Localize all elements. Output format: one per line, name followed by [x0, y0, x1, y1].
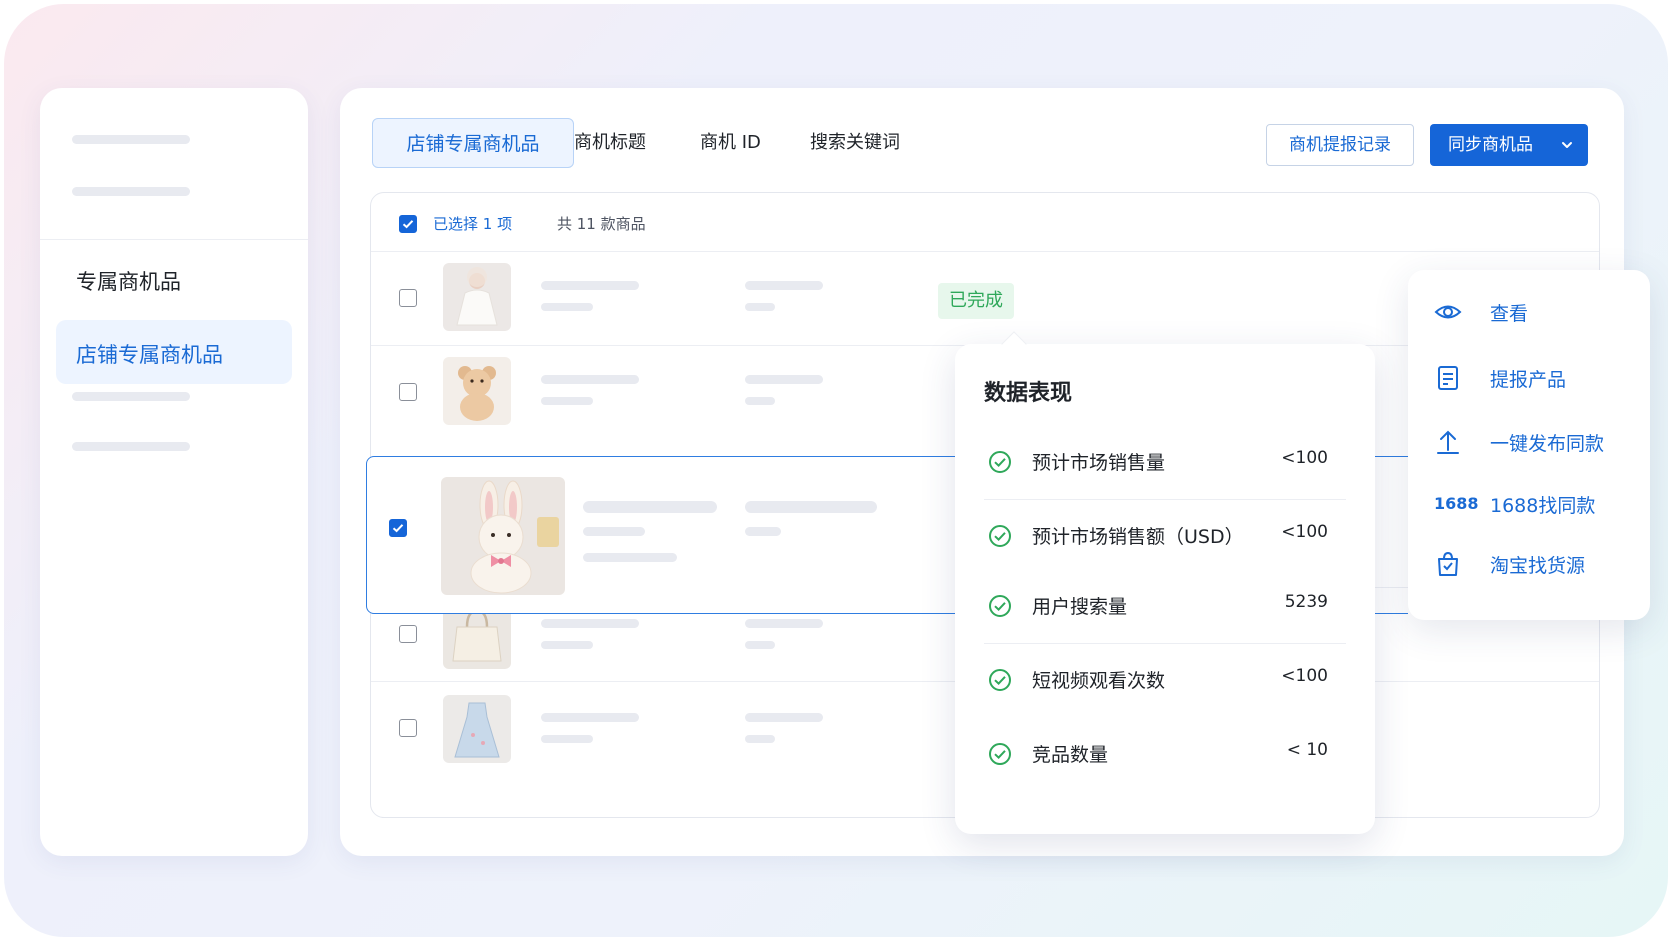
- metric-row: 预计市场销售额（USD） <100: [984, 500, 1346, 574]
- row-placeholder: [745, 619, 823, 628]
- metric-value: <100: [1281, 522, 1328, 542]
- row-divider: [371, 251, 1599, 252]
- check-circle-icon: [989, 451, 1011, 473]
- metric-label: 用户搜索量: [1032, 596, 1128, 618]
- menu-item-submit-product[interactable]: 提报产品: [1408, 352, 1650, 402]
- metric-row: 短视频观看次数 <100: [984, 644, 1346, 718]
- row-placeholder: [541, 281, 639, 290]
- menu-item-label: 提报产品: [1490, 369, 1567, 391]
- popover-title: 数据表现: [984, 381, 1073, 406]
- row-placeholder: [745, 527, 781, 536]
- shopping-bag-icon: [1438, 551, 1458, 576]
- menu-item-label: 淘宝找货源: [1490, 555, 1586, 577]
- product-thumbnail-doll[interactable]: [443, 263, 511, 331]
- row-placeholder: [541, 619, 639, 628]
- sync-button[interactable]: 同步商机品: [1430, 124, 1588, 166]
- row-placeholder: [745, 735, 775, 743]
- metric-value: <100: [1281, 448, 1328, 468]
- row-placeholder: [745, 713, 823, 722]
- selected-row-edge: [1374, 456, 1408, 614]
- 1688-icon: 1688: [1434, 494, 1479, 513]
- sidebar: 专属商机品 店铺专属商机品: [40, 88, 308, 856]
- select-all-checkbox[interactable]: [399, 215, 417, 233]
- metric-row: 用户搜索量 5239: [984, 570, 1346, 644]
- document-icon: [1438, 366, 1458, 390]
- metric-label: 预计市场销售量: [1032, 452, 1166, 474]
- sidebar-heading: 专属商机品: [76, 270, 181, 294]
- check-circle-icon: [989, 669, 1011, 691]
- tab-keywords[interactable]: 搜索关键词: [810, 118, 900, 168]
- row-checkbox-selected[interactable]: [389, 519, 407, 537]
- row-placeholder: [745, 281, 823, 290]
- metric-label: 预计市场销售额（USD）: [1032, 526, 1244, 548]
- background-stage: 专属商机品 店铺专属商机品 店铺专属商机品 商机标题 商机 ID 搜索关键词 商…: [4, 4, 1668, 937]
- metric-row: 竞品数量 < 10: [984, 718, 1346, 792]
- product-thumbnail-bunny[interactable]: [441, 477, 565, 595]
- row-placeholder: [541, 713, 639, 722]
- menu-item-label: 查看: [1490, 303, 1529, 325]
- sidebar-item-label: 店铺专属商机品: [76, 343, 223, 367]
- metric-value: <100: [1281, 666, 1328, 686]
- menu-item-taobao-source[interactable]: 淘宝找货源: [1408, 538, 1650, 588]
- sidebar-placeholder-3: [72, 392, 190, 401]
- row-placeholder: [745, 641, 775, 649]
- data-performance-popover: 数据表现 预计市场销售量 <100 预计市场销售额（USD） <100 用户搜索…: [955, 331, 1375, 834]
- teddy-bear-image: [443, 357, 511, 425]
- row-checkbox[interactable]: [399, 719, 417, 737]
- upload-icon: [1437, 430, 1459, 454]
- sidebar-item-store-exclusive[interactable]: 店铺专属商机品: [56, 320, 292, 384]
- check-circle-icon: [989, 525, 1011, 547]
- doll-image: [443, 263, 511, 331]
- row-placeholder: [745, 501, 877, 513]
- total-count: 共 11 款商品: [557, 215, 646, 233]
- tab-id[interactable]: 商机 ID: [700, 118, 761, 168]
- row-placeholder: [583, 527, 645, 536]
- check-icon: [392, 524, 404, 533]
- metric-value: 5239: [1284, 592, 1328, 612]
- row-placeholder: [583, 553, 677, 562]
- selected-count: 已选择 1 项: [433, 215, 513, 233]
- sidebar-placeholder-4: [72, 442, 190, 451]
- row-placeholder: [541, 303, 593, 311]
- menu-item-publish-same[interactable]: 一键发布同款: [1408, 416, 1650, 466]
- row-placeholder: [541, 641, 593, 649]
- row-placeholder: [541, 397, 593, 405]
- product-thumbnail-bear[interactable]: [443, 357, 511, 425]
- check-circle-icon: [989, 743, 1011, 765]
- tab-store-exclusive[interactable]: 店铺专属商机品: [372, 118, 574, 168]
- sidebar-placeholder-2: [72, 187, 190, 196]
- chevron-down-icon[interactable]: [1560, 138, 1574, 152]
- sidebar-divider: [40, 239, 308, 240]
- row-placeholder: [745, 397, 775, 405]
- metric-row: 预计市场销售量 <100: [984, 426, 1346, 500]
- row-checkbox[interactable]: [399, 289, 417, 307]
- menu-item-label: 一键发布同款: [1490, 433, 1605, 455]
- metric-value: < 10: [1286, 740, 1328, 760]
- sidebar-placeholder-1: [72, 135, 190, 144]
- row-checkbox[interactable]: [399, 625, 417, 643]
- check-icon: [402, 220, 414, 229]
- row-checkbox[interactable]: [399, 383, 417, 401]
- row-placeholder: [583, 501, 717, 513]
- sync-button-label: 同步商机品: [1448, 135, 1533, 155]
- check-circle-icon: [989, 595, 1011, 617]
- menu-item-label: 1688找同款: [1490, 495, 1596, 517]
- metric-label: 竞品数量: [1032, 744, 1109, 766]
- row-placeholder: [541, 375, 639, 384]
- bunny-image: [441, 477, 565, 595]
- row-placeholder: [745, 303, 775, 311]
- tab-title[interactable]: 商机标题: [574, 118, 646, 168]
- dress-image: [443, 695, 511, 763]
- report-history-button[interactable]: 商机提报记录: [1266, 124, 1414, 166]
- product-thumbnail-dress[interactable]: [443, 695, 511, 763]
- metric-label: 短视频观看次数: [1032, 670, 1166, 692]
- eye-icon: [1434, 305, 1462, 319]
- row-action-menu: 查看 提报产品 一键发布同款 1688 1688找同款 淘宝找货源: [1408, 270, 1650, 620]
- menu-item-view[interactable]: 查看: [1408, 286, 1650, 336]
- menu-item-1688-find[interactable]: 1688 1688找同款: [1408, 478, 1650, 528]
- status-badge: 已完成: [938, 283, 1014, 319]
- row-placeholder: [541, 735, 593, 743]
- row-placeholder: [745, 375, 823, 384]
